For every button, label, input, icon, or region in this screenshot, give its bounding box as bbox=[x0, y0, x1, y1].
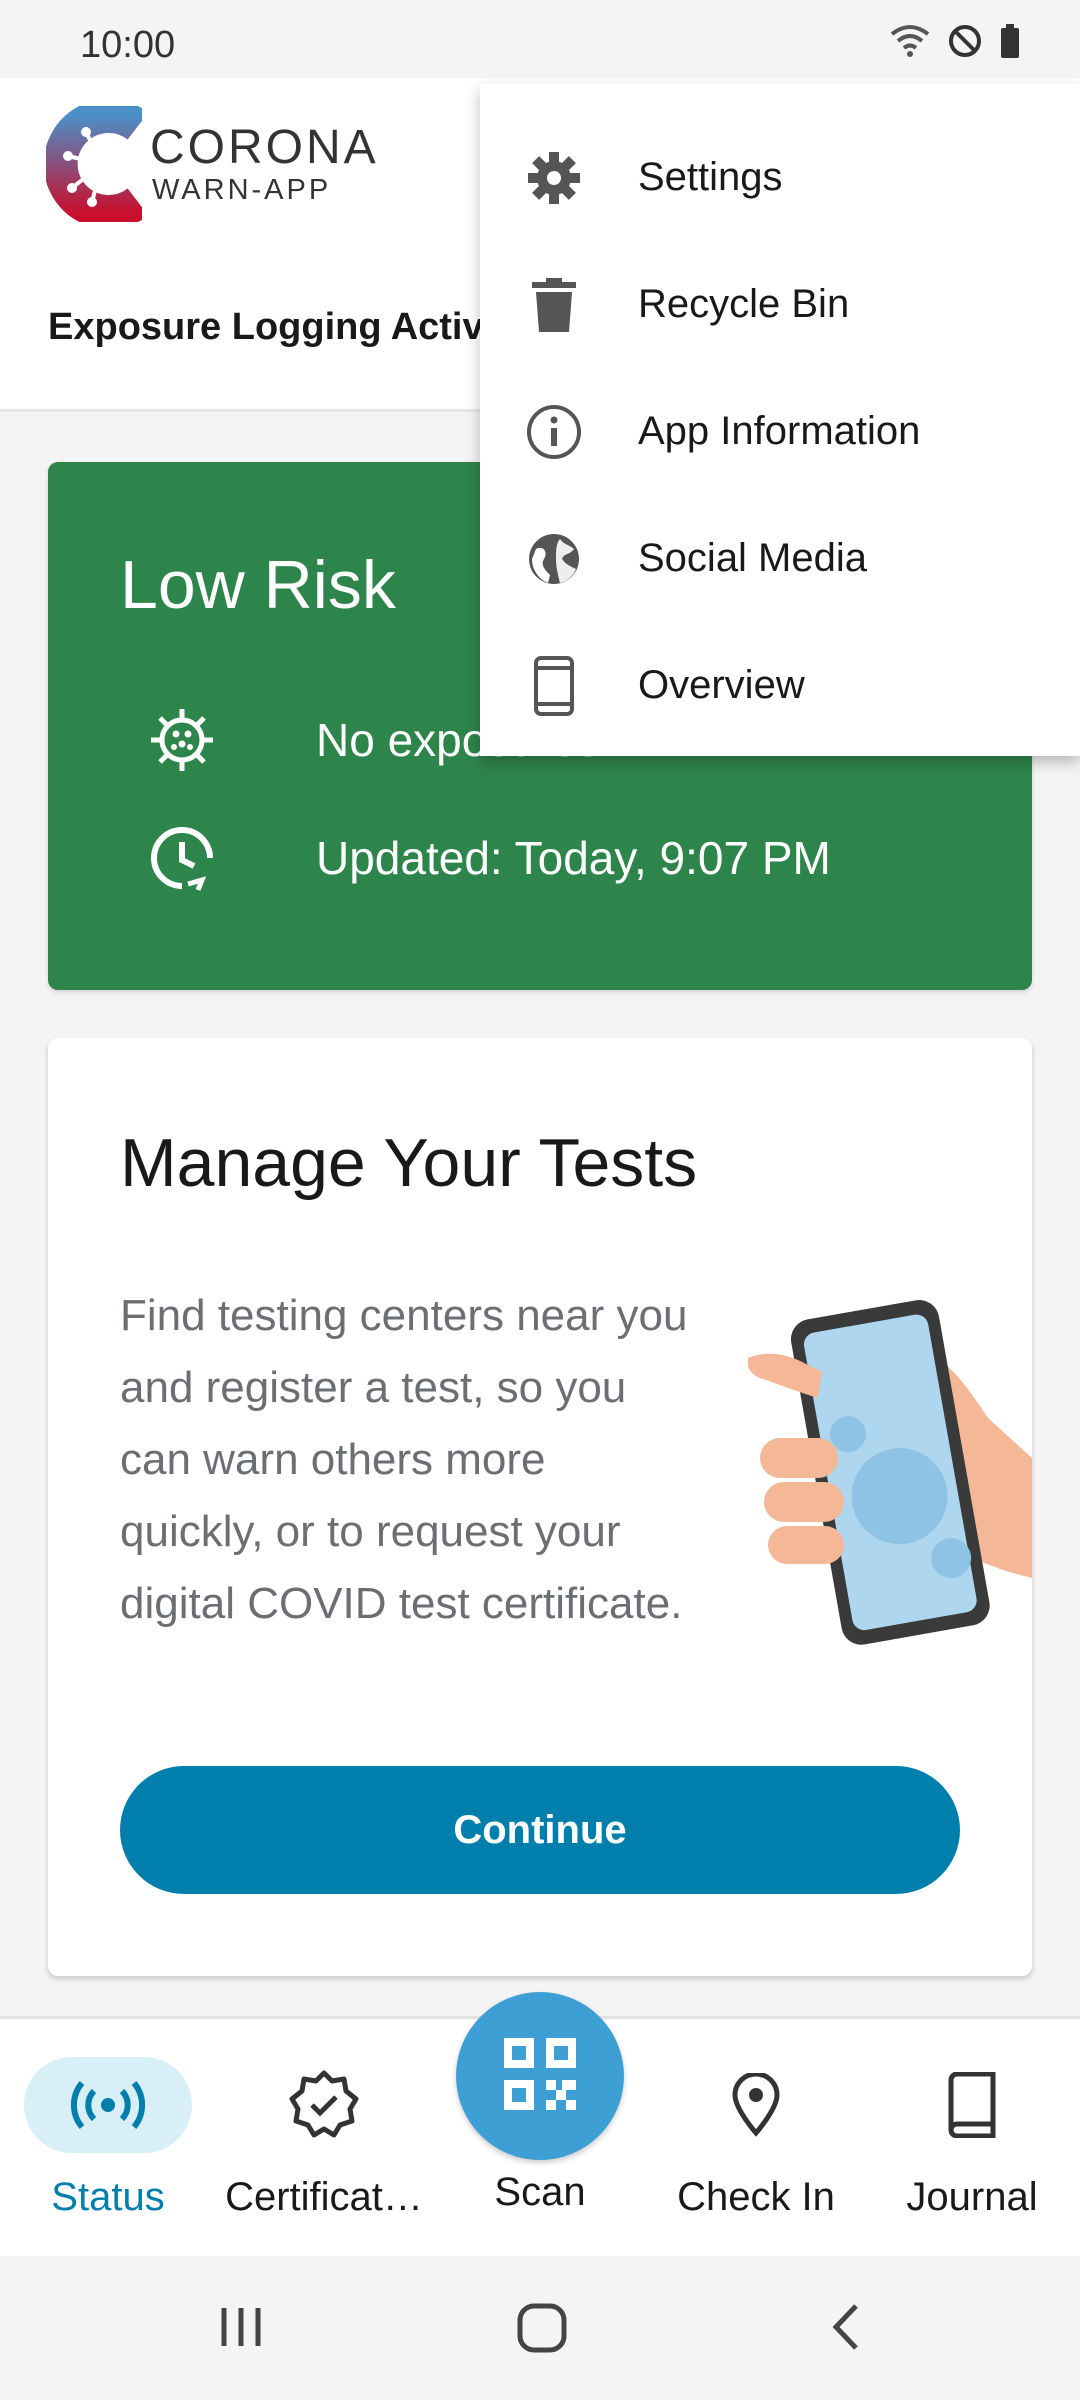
broadcast-icon bbox=[24, 2057, 192, 2153]
do-not-disturb-icon bbox=[948, 24, 982, 58]
nav-certificates-label: Certificat… bbox=[225, 2175, 423, 2219]
wifi-icon bbox=[890, 24, 930, 58]
status-icons bbox=[890, 24, 1020, 58]
nav-status-label: Status bbox=[51, 2175, 165, 2219]
updated-row: Updated: Today, 9:07 PM bbox=[144, 820, 831, 896]
globe-icon bbox=[524, 531, 584, 587]
status-bar: 10:00 bbox=[0, 0, 1080, 78]
updated-text: Updated: Today, 9:07 PM bbox=[316, 832, 831, 884]
scan-button[interactable] bbox=[456, 1992, 624, 2160]
status-time: 10:00 bbox=[80, 24, 176, 66]
menu-social-media-label: Social Media bbox=[638, 536, 868, 580]
menu-settings-label: Settings bbox=[638, 155, 783, 199]
certificate-icon bbox=[224, 2057, 424, 2153]
risk-title: Low Risk bbox=[120, 547, 396, 623]
recent-apps-icon[interactable] bbox=[216, 2302, 266, 2357]
nav-status[interactable]: Status bbox=[8, 2057, 208, 2220]
corona-warn-app-logo: CORONA WARN-APP bbox=[46, 106, 406, 224]
virus-icon bbox=[144, 702, 220, 778]
virus-logo-icon bbox=[46, 106, 142, 222]
menu-app-information-label: App Information bbox=[638, 409, 921, 453]
nav-journal[interactable]: Journal bbox=[872, 2057, 1072, 2220]
overflow-menu: Settings Recycle Bin App Information Soc… bbox=[480, 84, 1080, 756]
home-icon[interactable] bbox=[516, 2302, 568, 2359]
menu-item-social-media[interactable]: Social Media bbox=[480, 495, 1080, 622]
continue-button[interactable]: Continue bbox=[120, 1766, 960, 1894]
nav-certificates[interactable]: Certificat… bbox=[224, 2057, 424, 2220]
qr-code-icon bbox=[500, 2034, 580, 2119]
menu-item-app-information[interactable]: App Information bbox=[480, 368, 1080, 495]
menu-recycle-bin-label: Recycle Bin bbox=[638, 282, 850, 326]
phone-icon bbox=[524, 655, 584, 716]
clock-refresh-icon bbox=[144, 820, 220, 896]
battery-icon bbox=[1000, 24, 1020, 58]
info-icon bbox=[524, 404, 584, 460]
trash-icon bbox=[524, 277, 584, 332]
menu-item-overview[interactable]: Overview bbox=[480, 622, 1080, 749]
book-icon bbox=[872, 2057, 1072, 2153]
menu-overview-label: Overview bbox=[638, 663, 805, 707]
menu-item-settings[interactable]: Settings bbox=[480, 114, 1080, 241]
tests-card-title: Manage Your Tests bbox=[120, 1125, 698, 1201]
nav-check-in[interactable]: Check In bbox=[656, 2057, 856, 2220]
nav-scan-label: Scan bbox=[494, 2170, 586, 2214]
nav-journal-label: Journal bbox=[906, 2175, 1038, 2219]
nav-check-in-label: Check In bbox=[677, 2175, 835, 2219]
logo-title: CORONA bbox=[150, 121, 379, 174]
back-icon[interactable] bbox=[826, 2302, 866, 2357]
manage-tests-card: Manage Your Tests Find testing centers n… bbox=[48, 1038, 1032, 1976]
gear-icon bbox=[524, 150, 584, 206]
tests-card-description: Find testing centers near you and regist… bbox=[120, 1291, 688, 1628]
hand-holding-phone-illustration bbox=[747, 1288, 1032, 1693]
logo-subtitle: WARN-APP bbox=[152, 174, 332, 206]
exposure-logging-status[interactable]: Exposure Logging Active bbox=[48, 306, 505, 349]
system-navigation-bar bbox=[0, 2256, 1080, 2400]
location-pin-icon bbox=[656, 2057, 856, 2153]
menu-item-recycle-bin[interactable]: Recycle Bin bbox=[480, 241, 1080, 368]
